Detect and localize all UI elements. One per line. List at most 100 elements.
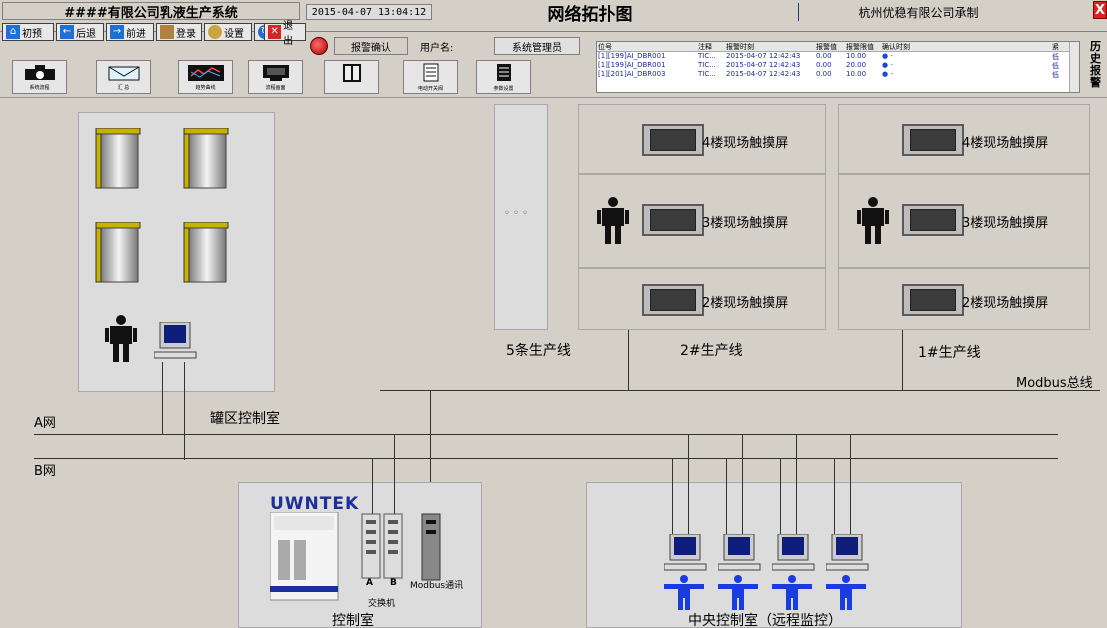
modbus-bus-label: Modbus总线 bbox=[1016, 376, 1093, 391]
modbus-comm-label: Modbus通讯 bbox=[410, 581, 464, 591]
operator-blue-icon bbox=[772, 575, 812, 610]
exit-button[interactable]: ✕ 退出 bbox=[264, 21, 306, 47]
network-b-line bbox=[34, 458, 1058, 459]
touchscreen-icon[interactable] bbox=[642, 124, 704, 156]
login-button[interactable]: 登录 bbox=[156, 23, 202, 41]
toolbar-cabinet[interactable] bbox=[324, 60, 379, 94]
computer-icon bbox=[664, 534, 707, 571]
alarm-limit: 10.00 bbox=[846, 52, 867, 60]
arrow-left-icon: ← bbox=[60, 25, 74, 39]
link-line bbox=[850, 434, 851, 538]
touchscreen-icon[interactable] bbox=[642, 284, 704, 316]
link-line bbox=[796, 434, 797, 538]
toolbar-label: 汇 总 bbox=[117, 85, 130, 90]
cabinet-icon bbox=[342, 64, 361, 82]
link-line bbox=[372, 458, 373, 514]
user-icon bbox=[160, 25, 174, 39]
toolbar-trend[interactable]: 趋势曲线 bbox=[178, 60, 233, 94]
link-line bbox=[780, 458, 781, 538]
username-field[interactable]: 系统管理员 bbox=[494, 37, 580, 55]
control-room-label: 控制室 bbox=[332, 613, 374, 628]
envelope-icon bbox=[108, 66, 139, 81]
alarm-row[interactable]: [1][199]AI_DBR001 TIC... 2015-04-07 12:4… bbox=[597, 52, 1079, 61]
modbus-bus-line bbox=[380, 390, 1100, 391]
header-divider bbox=[0, 97, 1107, 98]
link-line bbox=[742, 434, 743, 538]
link-line bbox=[672, 458, 673, 538]
alarm-list[interactable]: 位号 注释 报警时刻 报警值 报警限值 确认时刻 紧 [1][199]AI_DB… bbox=[596, 41, 1080, 93]
link-line bbox=[628, 330, 629, 390]
forward-button[interactable]: → 前进 bbox=[106, 23, 154, 41]
tank-control-room-label: 罐区控制室 bbox=[210, 411, 280, 427]
home-label: 初预 bbox=[22, 28, 42, 40]
operator-blue-icon bbox=[664, 575, 704, 610]
col-blank bbox=[941, 42, 1051, 51]
close-button[interactable]: X bbox=[1093, 1, 1107, 19]
list-icon bbox=[496, 64, 511, 81]
computer-icon bbox=[154, 322, 197, 359]
alarm-scrollbar[interactable] bbox=[1069, 42, 1079, 92]
line1-label: 1#生产线 bbox=[918, 345, 981, 361]
touch-2f-label: 2楼现场触摸屏 bbox=[962, 296, 1049, 311]
tank-icon bbox=[95, 222, 141, 283]
back-label: 后退 bbox=[76, 28, 96, 40]
touchscreen-icon[interactable] bbox=[902, 204, 964, 236]
controller-cabinet-icon bbox=[270, 512, 339, 601]
arrow-right-icon: → bbox=[110, 25, 124, 39]
system-title: ####有限公司乳液生产系统 bbox=[2, 2, 300, 21]
computer-icon bbox=[718, 534, 761, 571]
toolbar-summary[interactable]: 汇 总 bbox=[96, 60, 151, 94]
modbus-gateway-icon bbox=[421, 513, 441, 581]
col-tag: 位号 bbox=[598, 43, 612, 51]
tank-icon bbox=[183, 128, 229, 189]
touchscreen-icon[interactable] bbox=[902, 124, 964, 156]
alarm-header-row: 位号 注释 报警时刻 报警值 报警限值 确认时刻 紧 bbox=[597, 42, 1079, 52]
touch-2f-label: 2楼现场触摸屏 bbox=[702, 296, 789, 311]
col-confirm: 确认时刻 bbox=[882, 43, 910, 51]
alarm-note: TIC... bbox=[698, 70, 716, 78]
touch-4f-label: 4楼现场触摸屏 bbox=[702, 136, 789, 151]
toolbar-process[interactable]: 流程画面 bbox=[248, 60, 303, 94]
alarm-time: 2015-04-07 12:42:43 bbox=[726, 52, 801, 60]
toolbar-label: 流程画面 bbox=[265, 85, 286, 90]
central-room-label: 中央控制室（远程监控） bbox=[688, 613, 842, 628]
link-line bbox=[902, 330, 903, 390]
touchscreen-icon[interactable] bbox=[642, 204, 704, 236]
alarm-status: 低 bbox=[1052, 62, 1059, 70]
alarm-tag: [1][201]AI_DBR003 bbox=[598, 70, 666, 78]
alarm-confirm-button[interactable]: 报警确认 bbox=[334, 37, 408, 55]
net-b-label: B网 bbox=[34, 464, 56, 479]
brand-logo: UWNTEK bbox=[270, 494, 360, 514]
gear-icon bbox=[208, 25, 222, 39]
toolbar-system-flow[interactable]: 系统流程 bbox=[12, 60, 67, 94]
history-alarm-link[interactable]: 历史报警 bbox=[1090, 41, 1104, 89]
camera-icon bbox=[24, 65, 55, 80]
alarm-row[interactable]: [1][199]AI_DBR001 TIC... 2015-04-07 12:4… bbox=[597, 61, 1079, 70]
username-label: 用户名: bbox=[420, 43, 454, 54]
settings-button[interactable]: 设置 bbox=[204, 23, 252, 41]
alarm-row[interactable]: [1][201]AI_DBR003 TIC... 2015-04-07 12:4… bbox=[597, 70, 1079, 79]
alarm-time: 2015-04-07 12:42:43 bbox=[726, 70, 801, 78]
net-a-label: A网 bbox=[34, 416, 56, 431]
toolbar-valve[interactable]: 电动开关阀 bbox=[403, 60, 458, 94]
link-line bbox=[184, 362, 185, 460]
col-note: 注释 bbox=[698, 43, 712, 51]
home-button[interactable]: ⌂ 初预 bbox=[2, 23, 54, 41]
operator-icon bbox=[597, 197, 629, 244]
forward-label: 前进 bbox=[126, 28, 146, 40]
tank-icon bbox=[183, 222, 229, 283]
home-icon: ⌂ bbox=[6, 25, 20, 39]
line2-label: 2#生产线 bbox=[680, 343, 743, 359]
touch-3f-label: 3楼现场触摸屏 bbox=[702, 216, 789, 231]
toolbar-params[interactable]: 参数设置 bbox=[476, 60, 531, 94]
col-value: 报警值 bbox=[816, 43, 837, 51]
switch-a-label: A bbox=[366, 578, 373, 588]
alarm-limit: 20.00 bbox=[846, 61, 867, 69]
five-lines-label: 5条生产线 bbox=[506, 343, 571, 359]
tank-icon bbox=[95, 128, 141, 189]
alarm-time: 2015-04-07 12:42:43 bbox=[726, 61, 801, 69]
touchscreen-icon[interactable] bbox=[902, 284, 964, 316]
monitor-icon bbox=[262, 65, 289, 81]
alarm-light-icon[interactable] bbox=[310, 37, 328, 55]
back-button[interactable]: ← 后退 bbox=[56, 23, 104, 41]
